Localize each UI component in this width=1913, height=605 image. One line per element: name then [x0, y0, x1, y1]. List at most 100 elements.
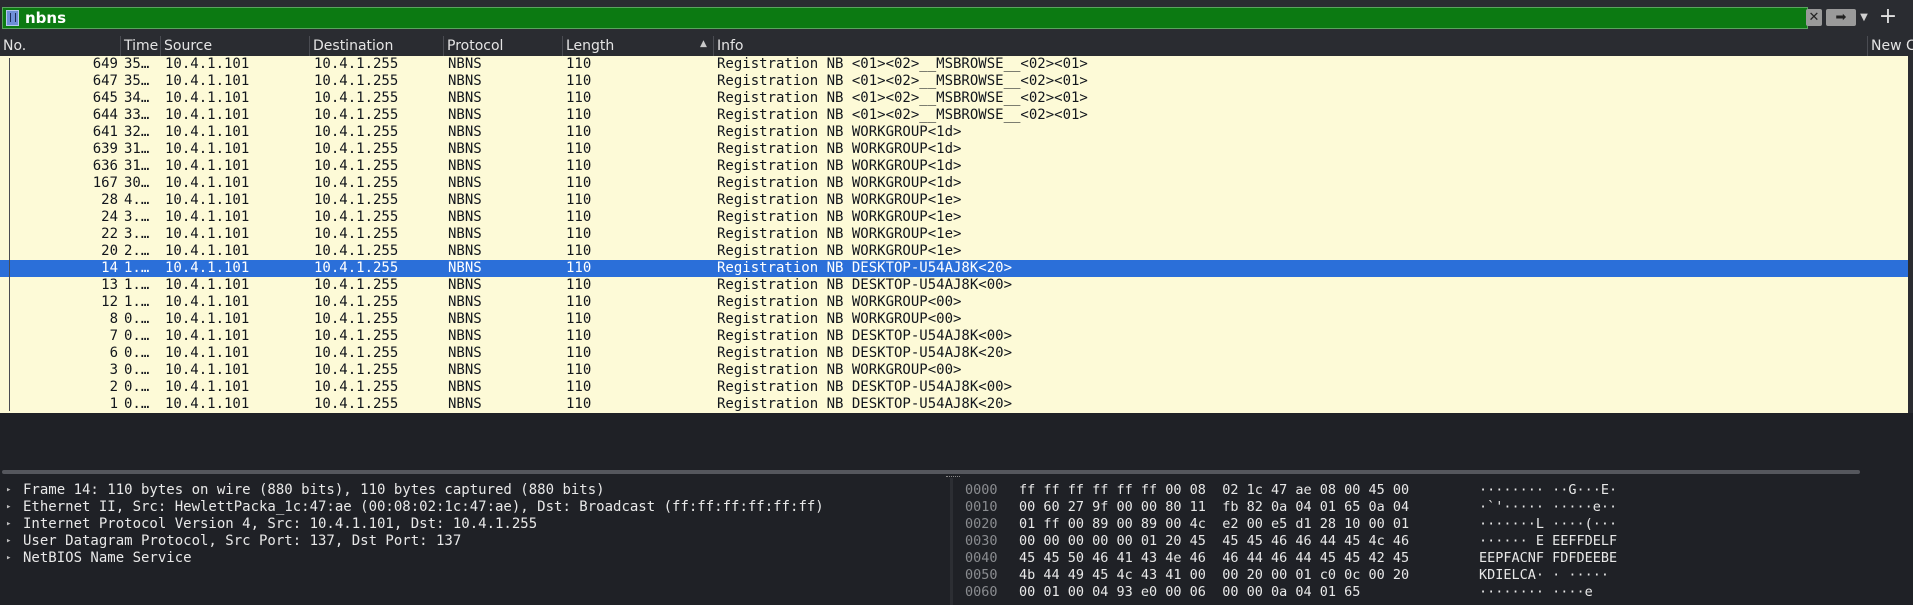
- hex-ascii[interactable]: ······ E EEFFDELF: [1479, 533, 1617, 550]
- hex-bytes[interactable]: 4b 44 49 45 4c 43 41 00 00 20 00 01 c0 0…: [1019, 567, 1409, 584]
- packet-row[interactable]: 645 34… 10.4.1.101 10.4.1.255 NBNS 110 Registr…: [0, 90, 1908, 107]
- packet-row[interactable]: 8 0.… 10.4.1.101 10.4.1.255 NBNS 110 Registrat…: [0, 311, 1908, 328]
- packet-cell-dst: 10.4.1.255: [314, 396, 399, 412]
- packet-cell-len: 110: [566, 226, 592, 242]
- horizontal-scrollbar[interactable]: [0, 468, 1913, 476]
- related-packets-line: [9, 58, 10, 411]
- packet-cell-time: 4.…: [124, 192, 150, 208]
- scrollbar-thumb[interactable]: [2, 470, 1860, 474]
- packet-cell-dst: 10.4.1.255: [314, 107, 399, 123]
- packet-cell-info: Registration NB WORKGROUP<1e>: [717, 209, 962, 225]
- packet-row[interactable]: 22 3.… 10.4.1.101 10.4.1.255 NBNS 110 Registra…: [0, 226, 1908, 243]
- expand-arrow-icon[interactable]: ▸: [6, 482, 11, 499]
- packet-list[interactable]: 649 35… 10.4.1.101 10.4.1.255 NBNS 110 Registr…: [0, 56, 1913, 413]
- apply-filter-button[interactable]: ➡: [1826, 9, 1856, 26]
- packet-row[interactable]: 6 0.… 10.4.1.101 10.4.1.255 NBNS 110 Registrat…: [0, 345, 1908, 362]
- packet-cell-src: 10.4.1.101: [165, 328, 250, 344]
- filter-history-dropdown[interactable]: ▼: [1858, 9, 1870, 26]
- column-header-destination[interactable]: Destination: [310, 36, 444, 56]
- packet-cell-src: 10.4.1.101: [165, 158, 250, 174]
- packet-cell-time: 31…: [124, 158, 150, 174]
- packet-cell-src: 10.4.1.101: [165, 396, 250, 412]
- packet-cell-proto: NBNS: [448, 294, 482, 310]
- hex-offset[interactable]: 0060: [965, 584, 998, 601]
- hex-ascii[interactable]: ·`'····· ·····e··: [1479, 499, 1617, 516]
- expand-arrow-icon[interactable]: ▸: [6, 550, 11, 567]
- packet-cell-len: 110: [566, 294, 592, 310]
- packet-row[interactable]: 639 31… 10.4.1.101 10.4.1.255 NBNS 110 Registr…: [0, 141, 1908, 158]
- hex-bytes[interactable]: ff ff ff ff ff ff 00 08 02 1c 47 ae 08 0…: [1019, 482, 1409, 499]
- column-header-time[interactable]: Time: [121, 36, 161, 56]
- packet-cell-proto: NBNS: [448, 158, 482, 174]
- packet-row[interactable]: 20 2.… 10.4.1.101 10.4.1.255 NBNS 110 Registra…: [0, 243, 1908, 260]
- hex-offset[interactable]: 0050: [965, 567, 998, 584]
- column-header-source[interactable]: Source: [161, 36, 310, 56]
- packet-cell-dst: 10.4.1.255: [314, 345, 399, 361]
- column-header-length[interactable]: Length: [563, 36, 714, 56]
- packet-cell-no: 24: [101, 209, 118, 225]
- hex-ascii[interactable]: KDIELCA· · ·····: [1479, 567, 1617, 584]
- packet-cell-src: 10.4.1.101: [165, 175, 250, 191]
- hex-bytes[interactable]: 01 ff 00 89 00 89 00 4c e2 00 e5 d1 28 1…: [1019, 516, 1409, 533]
- hex-ascii[interactable]: EEPFACNF FDFDEEBE: [1479, 550, 1617, 567]
- hex-bytes[interactable]: 00 00 00 00 00 01 20 45 45 45 46 46 44 4…: [1019, 533, 1409, 550]
- packet-row[interactable]: 649 35… 10.4.1.101 10.4.1.255 NBNS 110 Registr…: [0, 56, 1908, 73]
- hex-offset[interactable]: 0040: [965, 550, 998, 567]
- bookmark-icon[interactable]: [6, 10, 19, 26]
- packet-cell-len: 110: [566, 396, 592, 412]
- packet-cell-proto: NBNS: [448, 107, 482, 123]
- packet-row[interactable]: 1 0.… 10.4.1.101 10.4.1.255 NBNS 110 Registrat…: [0, 396, 1908, 413]
- packet-cell-dst: 10.4.1.255: [314, 243, 399, 259]
- hex-bytes[interactable]: 45 45 50 46 41 43 4e 46 46 44 46 44 45 4…: [1019, 550, 1409, 567]
- hex-offset[interactable]: 0030: [965, 533, 998, 550]
- packet-row[interactable]: 641 32… 10.4.1.101 10.4.1.255 NBNS 110 Registr…: [0, 124, 1908, 141]
- packet-row[interactable]: 647 35… 10.4.1.101 10.4.1.255 NBNS 110 Registr…: [0, 73, 1908, 90]
- packet-row[interactable]: 12 1.… 10.4.1.101 10.4.1.255 NBNS 110 Registra…: [0, 294, 1908, 311]
- column-header-info[interactable]: Info: [714, 36, 1868, 56]
- hex-ascii[interactable]: ·······L ····(···: [1479, 516, 1617, 533]
- column-header-new[interactable]: New C: [1868, 36, 1913, 56]
- packet-cell-info: Registration NB WORKGROUP<00>: [717, 294, 962, 310]
- expand-arrow-icon[interactable]: ▸: [6, 499, 11, 516]
- packet-row[interactable]: 2 0.… 10.4.1.101 10.4.1.255 NBNS 110 Registrat…: [0, 379, 1908, 396]
- packet-row[interactable]: 14 1.… 10.4.1.101 10.4.1.255 NBNS 110 Registra…: [0, 260, 1908, 277]
- packet-row[interactable]: 7 0.… 10.4.1.101 10.4.1.255 NBNS 110 Registrat…: [0, 328, 1908, 345]
- hex-offset[interactable]: 0000: [965, 482, 998, 499]
- packet-cell-no: 22: [101, 226, 118, 242]
- display-filter-field[interactable]: [2, 7, 1808, 29]
- clear-filter-button[interactable]: ✕: [1806, 9, 1822, 26]
- packet-list-header: No. Time Source Destination Protocol Len…: [0, 36, 1913, 57]
- detail-tree-label: User Datagram Protocol, Src Port: 137, D…: [23, 533, 462, 549]
- packet-cell-proto: NBNS: [448, 345, 482, 361]
- hex-bytes[interactable]: 00 60 27 9f 00 00 80 11 fb 82 0a 04 01 6…: [1019, 499, 1409, 516]
- packet-row[interactable]: 644 33… 10.4.1.101 10.4.1.255 NBNS 110 Registr…: [0, 107, 1908, 124]
- packet-cell-proto: NBNS: [448, 396, 482, 412]
- packet-cell-no: 6: [109, 345, 118, 361]
- packet-cell-dst: 10.4.1.255: [314, 328, 399, 344]
- packet-row[interactable]: 636 31… 10.4.1.101 10.4.1.255 NBNS 110 Registr…: [0, 158, 1908, 175]
- hex-offset[interactable]: 0010: [965, 499, 998, 516]
- packet-row[interactable]: 3 0.… 10.4.1.101 10.4.1.255 NBNS 110 Registrat…: [0, 362, 1908, 379]
- packet-cell-info: Registration NB WORKGROUP<1d>: [717, 158, 962, 174]
- packet-cell-time: 2.…: [124, 243, 150, 259]
- column-header-no[interactable]: No.: [0, 36, 121, 56]
- packet-list-scrollbar[interactable]: [1908, 56, 1913, 413]
- hex-ascii[interactable]: ········ ····e: [1479, 584, 1593, 601]
- packet-row[interactable]: 167 30… 10.4.1.101 10.4.1.255 NBNS 110 Registr…: [0, 175, 1908, 192]
- packet-cell-time: 3.…: [124, 226, 150, 242]
- hex-bytes[interactable]: 00 01 00 04 93 e0 00 06 00 00 0a 04 01 6…: [1019, 584, 1360, 601]
- display-filter-input[interactable]: [25, 9, 1805, 27]
- pane-splitter[interactable]: [950, 478, 953, 605]
- packet-row[interactable]: 13 1.… 10.4.1.101 10.4.1.255 NBNS 110 Registra…: [0, 277, 1908, 294]
- hex-offset[interactable]: 0020: [965, 516, 998, 533]
- packet-cell-dst: 10.4.1.255: [314, 311, 399, 327]
- column-header-protocol[interactable]: Protocol: [444, 36, 563, 56]
- packet-row[interactable]: 28 4.… 10.4.1.101 10.4.1.255 NBNS 110 Registra…: [0, 192, 1908, 209]
- hex-ascii[interactable]: ········ ··G···E·: [1479, 482, 1617, 499]
- packet-cell-len: 110: [566, 141, 592, 157]
- packet-row[interactable]: 24 3.… 10.4.1.101 10.4.1.255 NBNS 110 Registra…: [0, 209, 1908, 226]
- expand-arrow-icon[interactable]: ▸: [6, 516, 11, 533]
- packet-cell-dst: 10.4.1.255: [314, 294, 399, 310]
- expand-arrow-icon[interactable]: ▸: [6, 533, 11, 550]
- add-filter-button[interactable]: +: [1876, 3, 1900, 31]
